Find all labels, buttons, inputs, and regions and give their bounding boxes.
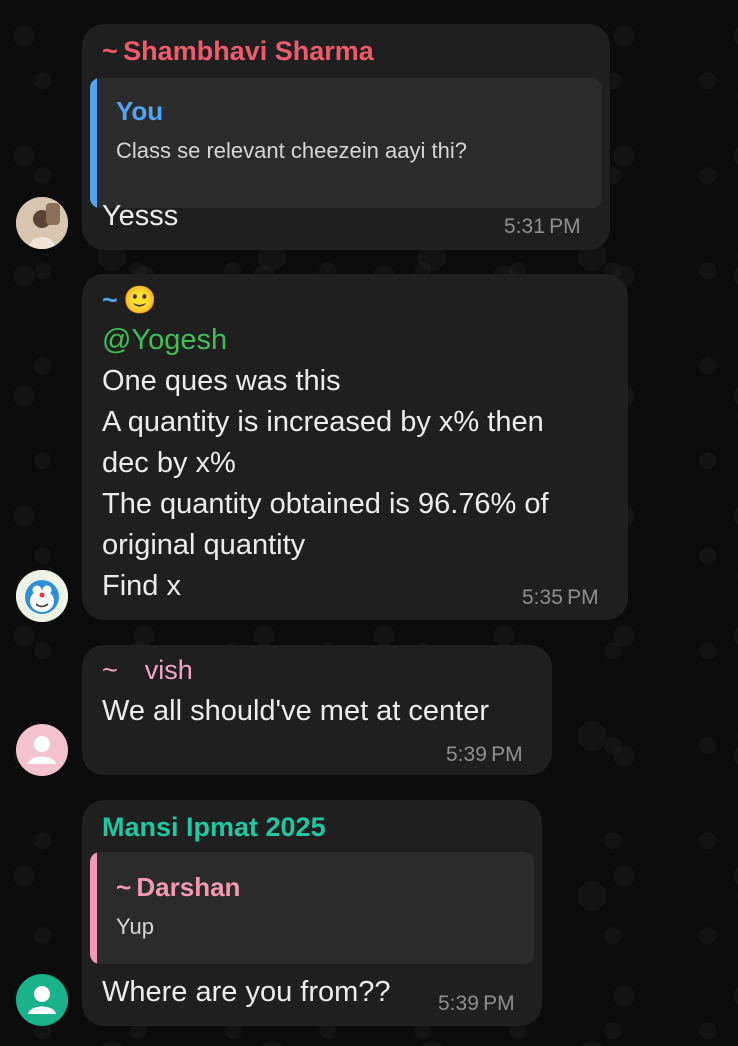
sender-avatar[interactable] [16,724,68,776]
quote-accent-bar [90,78,97,208]
message-text: Yesss [102,200,179,232]
sender-name[interactable]: ~ vish [102,655,193,686]
quoted-sender-name: You [116,96,164,126]
message-bubble[interactable]: Mansi Ipmat 2025 ~ Darshan Yup Where are… [82,800,542,1026]
quoted-message[interactable]: You Class se relevant cheezein aayi thi? [90,78,602,208]
sender-avatar[interactable] [16,570,68,622]
message-line: One ques was this [102,365,341,397]
message-line: A quantity is increased by x% then [102,406,544,438]
default-user-icon [28,986,56,1014]
message-bubble[interactable]: ~ vish We all should've met at center 5:… [82,645,552,775]
doraemon-avatar-icon [16,570,68,622]
message-time: 5:35 PM [522,586,599,609]
message-line: The quantity obtained is 96.76% of [102,488,549,520]
message-bubble[interactable]: ~ 🙂 @Yogesh One ques was this A quantity… [82,274,628,620]
quote-accent-bar [90,852,97,964]
message-time: 5:39 PM [446,743,523,766]
quoted-sender-name: ~ Darshan [116,872,241,902]
quoted-text: Yup [116,914,154,939]
message-text: We all should've met at center [102,695,490,727]
default-user-icon [28,736,56,764]
message-text: Where are you from?? [102,976,391,1008]
profile-photo-icon [16,197,68,249]
message-bubble[interactable]: ~ Shambhavi Sharma You Class se relevant… [82,24,610,250]
quoted-message[interactable]: ~ Darshan Yup [90,852,534,964]
mention[interactable]: @Yogesh [102,320,227,361]
sender-name[interactable]: Mansi Ipmat 2025 [102,812,326,843]
message-time: 5:31 PM [504,215,581,238]
message-line: original quantity [102,529,306,561]
message-line: dec by x% [102,447,236,479]
sender-name[interactable]: ~ 🙂 [102,284,157,316]
message-time: 5:39 PM [438,992,515,1015]
message-line: Find x [102,570,181,602]
sender-avatar[interactable] [16,974,68,1026]
quoted-text: Class se relevant cheezein aayi thi? [116,138,467,163]
sender-avatar[interactable] [16,197,68,249]
sender-name[interactable]: ~ Shambhavi Sharma [102,36,374,67]
